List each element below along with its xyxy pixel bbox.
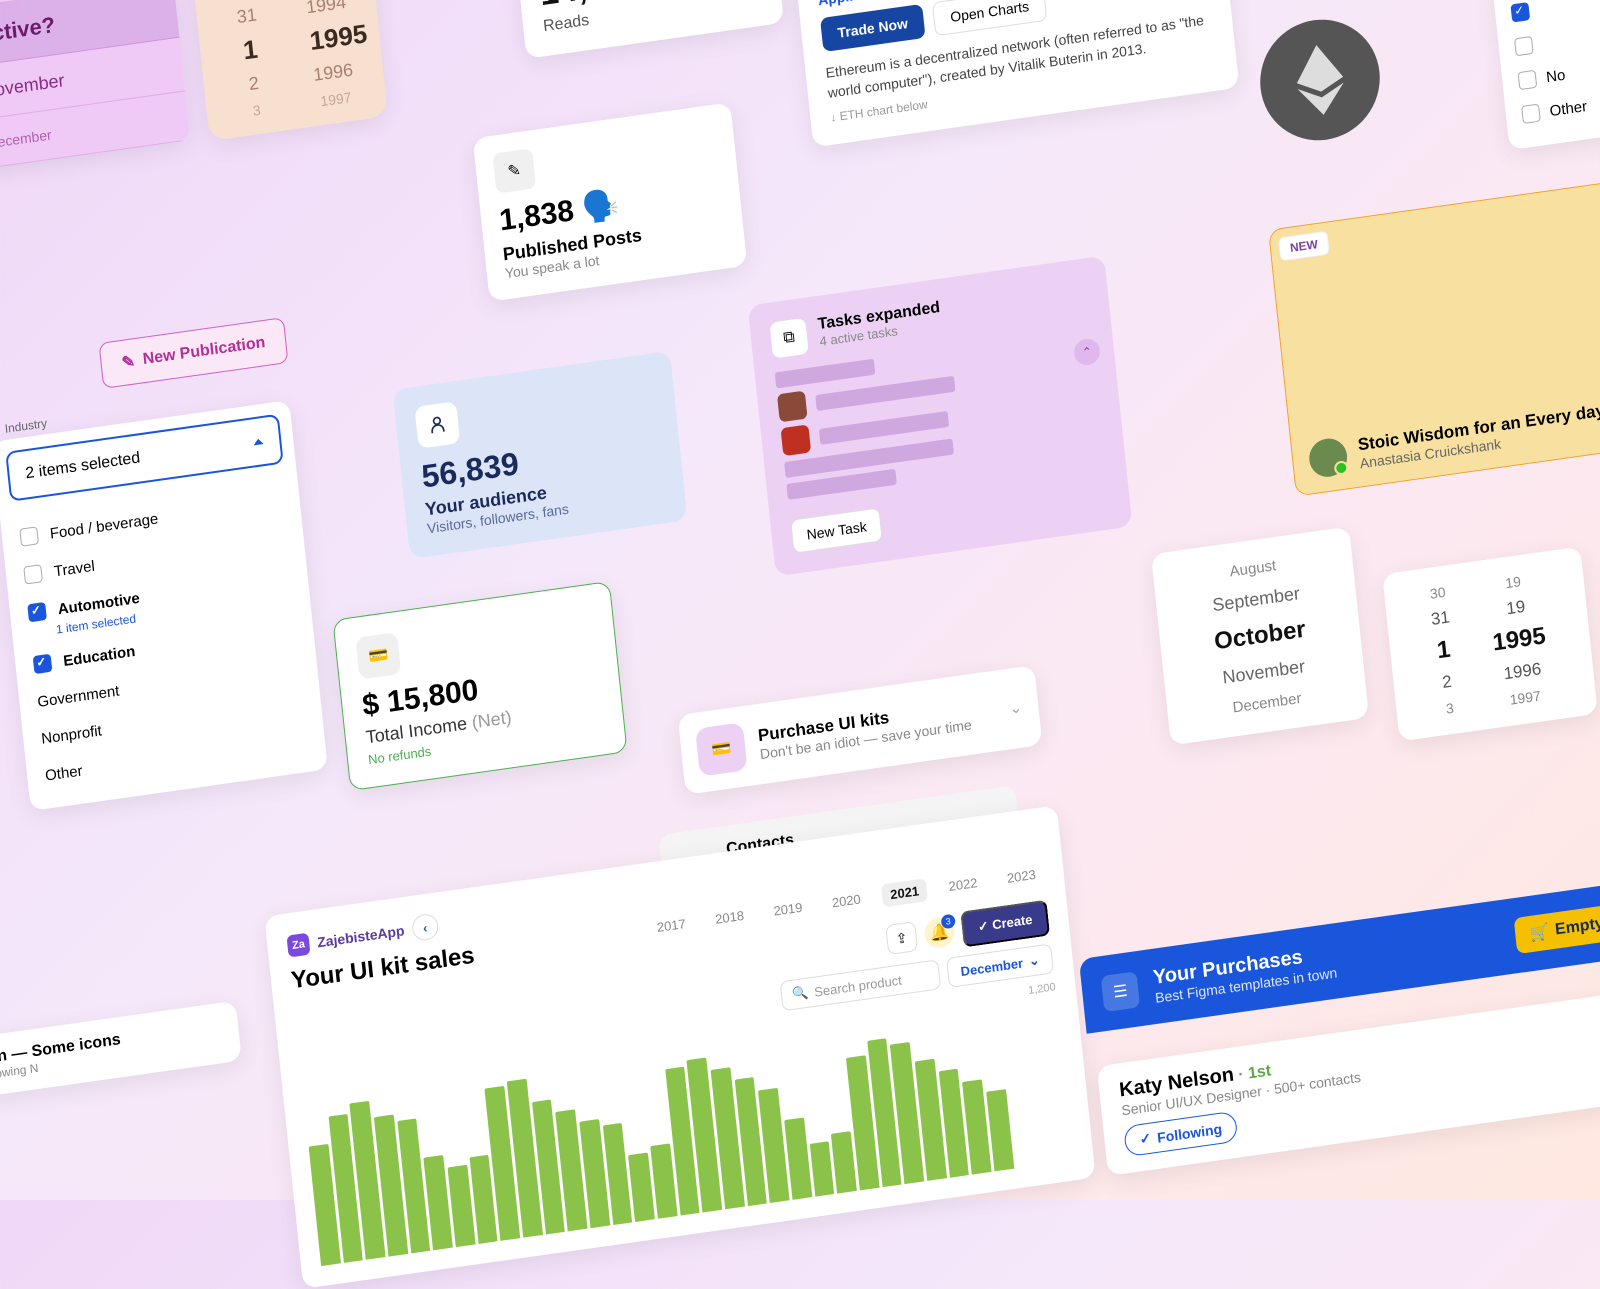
new-publication-button[interactable]: ✎ New Publication — [99, 317, 289, 389]
eth-card: Ethereum (ETH) A Next-Generation Smart C… — [791, 0, 1240, 148]
chevron-down-icon[interactable]: ⌄ — [1008, 697, 1023, 719]
checkbox[interactable] — [19, 526, 39, 546]
field-label: Industry — [4, 416, 48, 436]
bar[interactable] — [784, 1117, 812, 1199]
copy-icon: ⧉ — [769, 318, 808, 359]
card-icon: 💳 — [355, 632, 401, 680]
trade-button[interactable]: Trade Now — [820, 4, 925, 52]
share-button[interactable]: ⇪ — [885, 921, 918, 955]
open-charts-button[interactable]: Open Charts — [932, 0, 1048, 36]
audience-stat: 56,839 Your audience Visitors, followers… — [392, 351, 687, 559]
new-task-button[interactable]: New Task — [790, 507, 883, 553]
checkbox[interactable] — [1521, 104, 1541, 124]
posts-stat: ✎ 1,838 🗣️ Published Posts You speak a l… — [473, 102, 748, 301]
month-filter[interactable]: December ⌄ — [946, 943, 1054, 988]
pencil-icon: ✎ — [492, 148, 536, 193]
avatar[interactable] — [777, 391, 808, 423]
pencil-icon: ✎ — [121, 351, 136, 373]
bar[interactable] — [629, 1153, 655, 1222]
checkbox-on[interactable] — [1510, 2, 1530, 22]
checkbox[interactable] — [1514, 36, 1534, 56]
bar[interactable] — [810, 1141, 835, 1197]
avatar[interactable] — [781, 424, 812, 456]
filter-checkboxes[interactable]: No Other — [1492, 0, 1600, 150]
cart-button[interactable]: 🛒 Empty — [1514, 903, 1600, 953]
back-button[interactable]: ‹ — [411, 913, 439, 942]
day-year-wheel[interactable]: 30 31 1 2 3 19 19 1995 1996 1997 — [1382, 546, 1598, 741]
avatar[interactable] — [1307, 436, 1349, 479]
caret-up-icon — [253, 438, 264, 445]
date-wheel[interactable]: 1993 311994 11995 21996 31997 — [192, 0, 388, 141]
reads-stat: 14,063 Reads — [516, 0, 784, 59]
app-logo: Za — [286, 933, 310, 958]
bell-icon[interactable]: 🔔3 — [923, 916, 956, 950]
tasks-card: ⧉ Tasks expanded 4 active tasks ⌃ New Ta… — [748, 256, 1133, 577]
bar[interactable] — [986, 1089, 1014, 1171]
cover-image — [1269, 173, 1600, 430]
person-icon — [414, 401, 460, 449]
task-bar[interactable] — [819, 411, 949, 445]
bar[interactable] — [831, 1131, 857, 1193]
iconpack-row[interactable]: icon — Some icons Following N — [0, 1001, 242, 1100]
checkbox[interactable] — [23, 564, 43, 584]
eth-icon — [1254, 12, 1385, 148]
conn-degree: · 1st — [1238, 1062, 1272, 1083]
month-picker-left[interactable]: September Active? November December — [0, 0, 190, 171]
industry-select[interactable]: Industry 2 items selected Food / beverag… — [0, 400, 328, 811]
checkbox[interactable] — [1518, 70, 1538, 90]
month-wheel[interactable]: August September October November Decemb… — [1151, 527, 1369, 746]
sales-card: Za ZajebisteApp ‹ Your UI kit sales 2017… — [264, 805, 1095, 1289]
stoic-card[interactable]: NEW Stoic Wisdom for an Every day Anasta… — [1268, 171, 1600, 496]
menu-icon[interactable]: ☰ — [1101, 971, 1140, 1012]
card-icon: 💳 — [695, 722, 748, 776]
checkbox-on[interactable] — [27, 602, 47, 622]
income-stat: 💳 $ 15,800 Total Income (Net) No refunds — [332, 581, 627, 791]
following-button[interactable]: ✓ Following — [1123, 1111, 1238, 1158]
purchase-kits-row[interactable]: 💳 Purchase UI kits Don't be an idiot — s… — [678, 665, 1043, 795]
checkbox-on[interactable] — [33, 654, 53, 674]
